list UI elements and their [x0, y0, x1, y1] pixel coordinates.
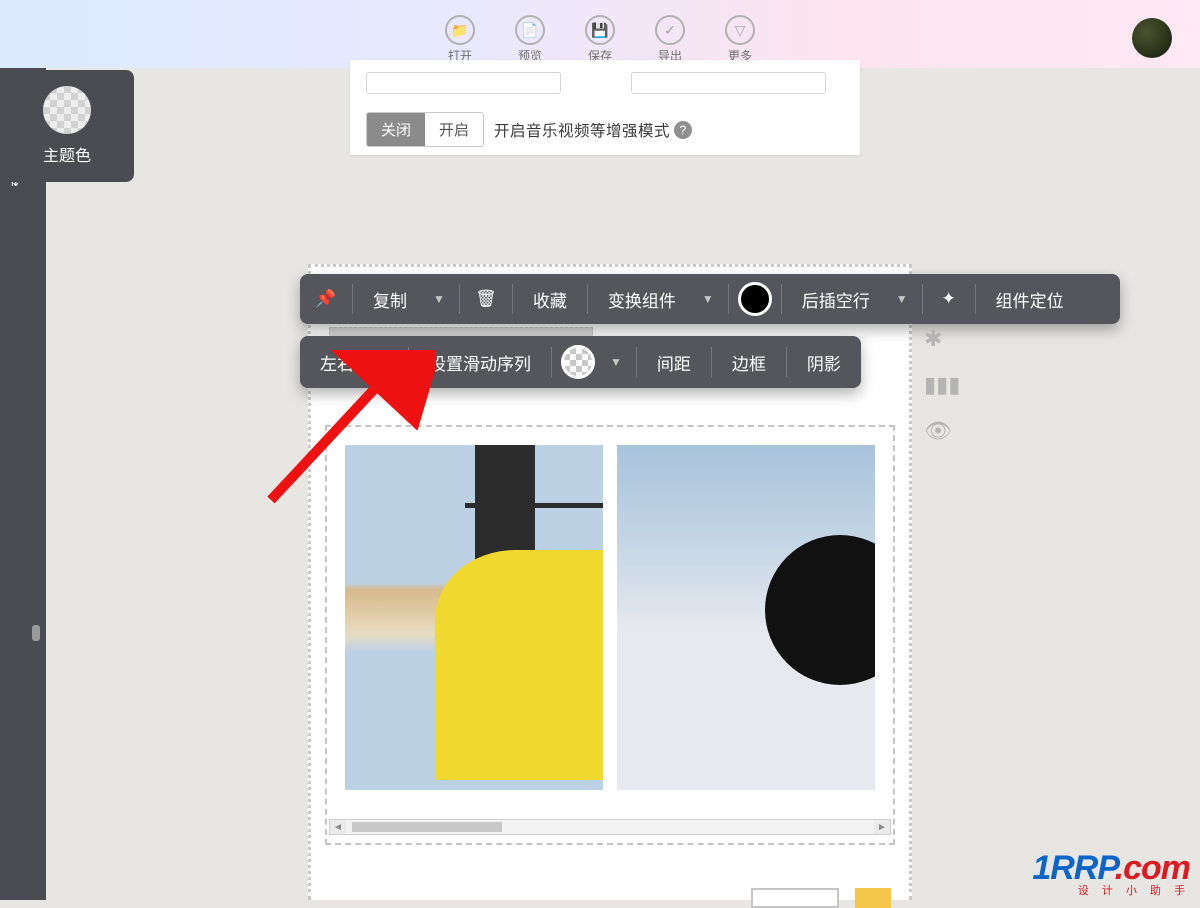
- canvas-right-rail: ✱ ▮▮▮ 👁: [924, 326, 960, 444]
- black-color-icon: [738, 282, 772, 316]
- help-icon[interactable]: ?: [674, 121, 692, 139]
- footer-button-1[interactable]: [751, 888, 839, 908]
- enhance-settings-card: 关闭 开启 开启音乐视频等增强模式 ?: [350, 60, 860, 155]
- scrollbar-thumb[interactable]: [32, 625, 40, 641]
- save-icon: 💾: [585, 15, 615, 45]
- border-button[interactable]: 边框: [716, 336, 782, 388]
- sparkle-icon[interactable]: ✱: [924, 326, 960, 352]
- watermark: 1RRP.com 设 计 小 助 手: [1032, 849, 1190, 898]
- top-toolbar: 📁 打开 📄 预览 💾 保存 ✓ 导出 ▽ 更多: [0, 0, 1200, 68]
- canvas-footer-buttons: [751, 888, 891, 908]
- eye-icon[interactable]: 👁: [924, 418, 960, 444]
- toggle-off-button[interactable]: 关闭: [367, 113, 425, 146]
- spacing-button[interactable]: 间距: [641, 336, 707, 388]
- transform-button[interactable]: 变换组件: [592, 274, 692, 324]
- component-toolbar-sub: 左右滑动 设置滑动序列 ▼ 间距 边框 阴影: [300, 336, 861, 388]
- transparent-bg-icon: [561, 345, 595, 379]
- folder-icon: 📁: [445, 15, 475, 45]
- save-button[interactable]: 💾 保存: [571, 15, 629, 64]
- magic-icon[interactable]: ✦: [927, 289, 971, 309]
- bg-dropdown-icon[interactable]: ▼: [600, 355, 632, 369]
- locate-component-button[interactable]: 组件定位: [980, 274, 1080, 324]
- insert-row-after-button[interactable]: 后插空行: [786, 274, 886, 324]
- bg-chip[interactable]: [556, 345, 600, 379]
- settings-input-1[interactable]: [366, 72, 561, 94]
- slider-horizontal-scrollbar[interactable]: ◄ ►: [329, 819, 891, 835]
- theme-color-panel[interactable]: 主题色: [0, 70, 134, 182]
- set-slide-sequence-button[interactable]: 设置滑动序列: [413, 336, 547, 388]
- export-button[interactable]: ✓ 导出: [641, 15, 699, 64]
- slide-lr-button[interactable]: 左右滑动: [304, 336, 404, 388]
- enhance-toggle[interactable]: 关闭 开启: [366, 112, 484, 147]
- more-icon: ▽: [725, 15, 755, 45]
- slide-image-2[interactable]: [617, 445, 875, 790]
- enhance-hint: 开启音乐视频等增强模式 ?: [494, 119, 692, 141]
- scroll-left-icon[interactable]: ◄: [330, 820, 346, 834]
- stats-icon[interactable]: ▮▮▮: [924, 372, 960, 398]
- toggle-on-button[interactable]: 开启: [425, 113, 483, 146]
- slider-component[interactable]: [325, 425, 895, 845]
- user-avatar[interactable]: [1132, 18, 1172, 58]
- scroll-right-icon[interactable]: ►: [874, 820, 890, 834]
- settings-input-2[interactable]: [631, 72, 826, 94]
- trash-icon[interactable]: 🗑: [464, 289, 508, 309]
- preview-button[interactable]: 📄 预览: [501, 15, 559, 64]
- transform-dropdown-icon[interactable]: ▼: [692, 292, 724, 306]
- favorite-button[interactable]: 收藏: [517, 274, 583, 324]
- insert-dropdown-icon[interactable]: ▼: [886, 292, 918, 306]
- slide-image-1[interactable]: [345, 445, 603, 790]
- copy-dropdown-icon[interactable]: ▼: [423, 292, 455, 306]
- color-chip[interactable]: [733, 282, 777, 316]
- shadow-button[interactable]: 阴影: [791, 336, 857, 388]
- component-toolbar-main: 📌 复制 ▼ 🗑 收藏 变换组件 ▼ 后插空行 ▼ ✦ 组件定位: [300, 274, 1120, 324]
- more-button[interactable]: ▽ 更多: [711, 15, 769, 64]
- footer-button-2[interactable]: [855, 888, 891, 908]
- sidebar-scrollbar[interactable]: [32, 240, 40, 640]
- transparent-swatch-icon: [43, 86, 91, 134]
- export-icon: ✓: [655, 15, 685, 45]
- pin-icon[interactable]: 📌: [304, 289, 348, 309]
- doc-icon: 📄: [515, 15, 545, 45]
- copy-button[interactable]: 复制: [357, 274, 423, 324]
- scroll-thumb[interactable]: [352, 822, 502, 832]
- open-button[interactable]: 📁 打开: [431, 15, 489, 64]
- theme-color-label: 主题色: [43, 142, 91, 166]
